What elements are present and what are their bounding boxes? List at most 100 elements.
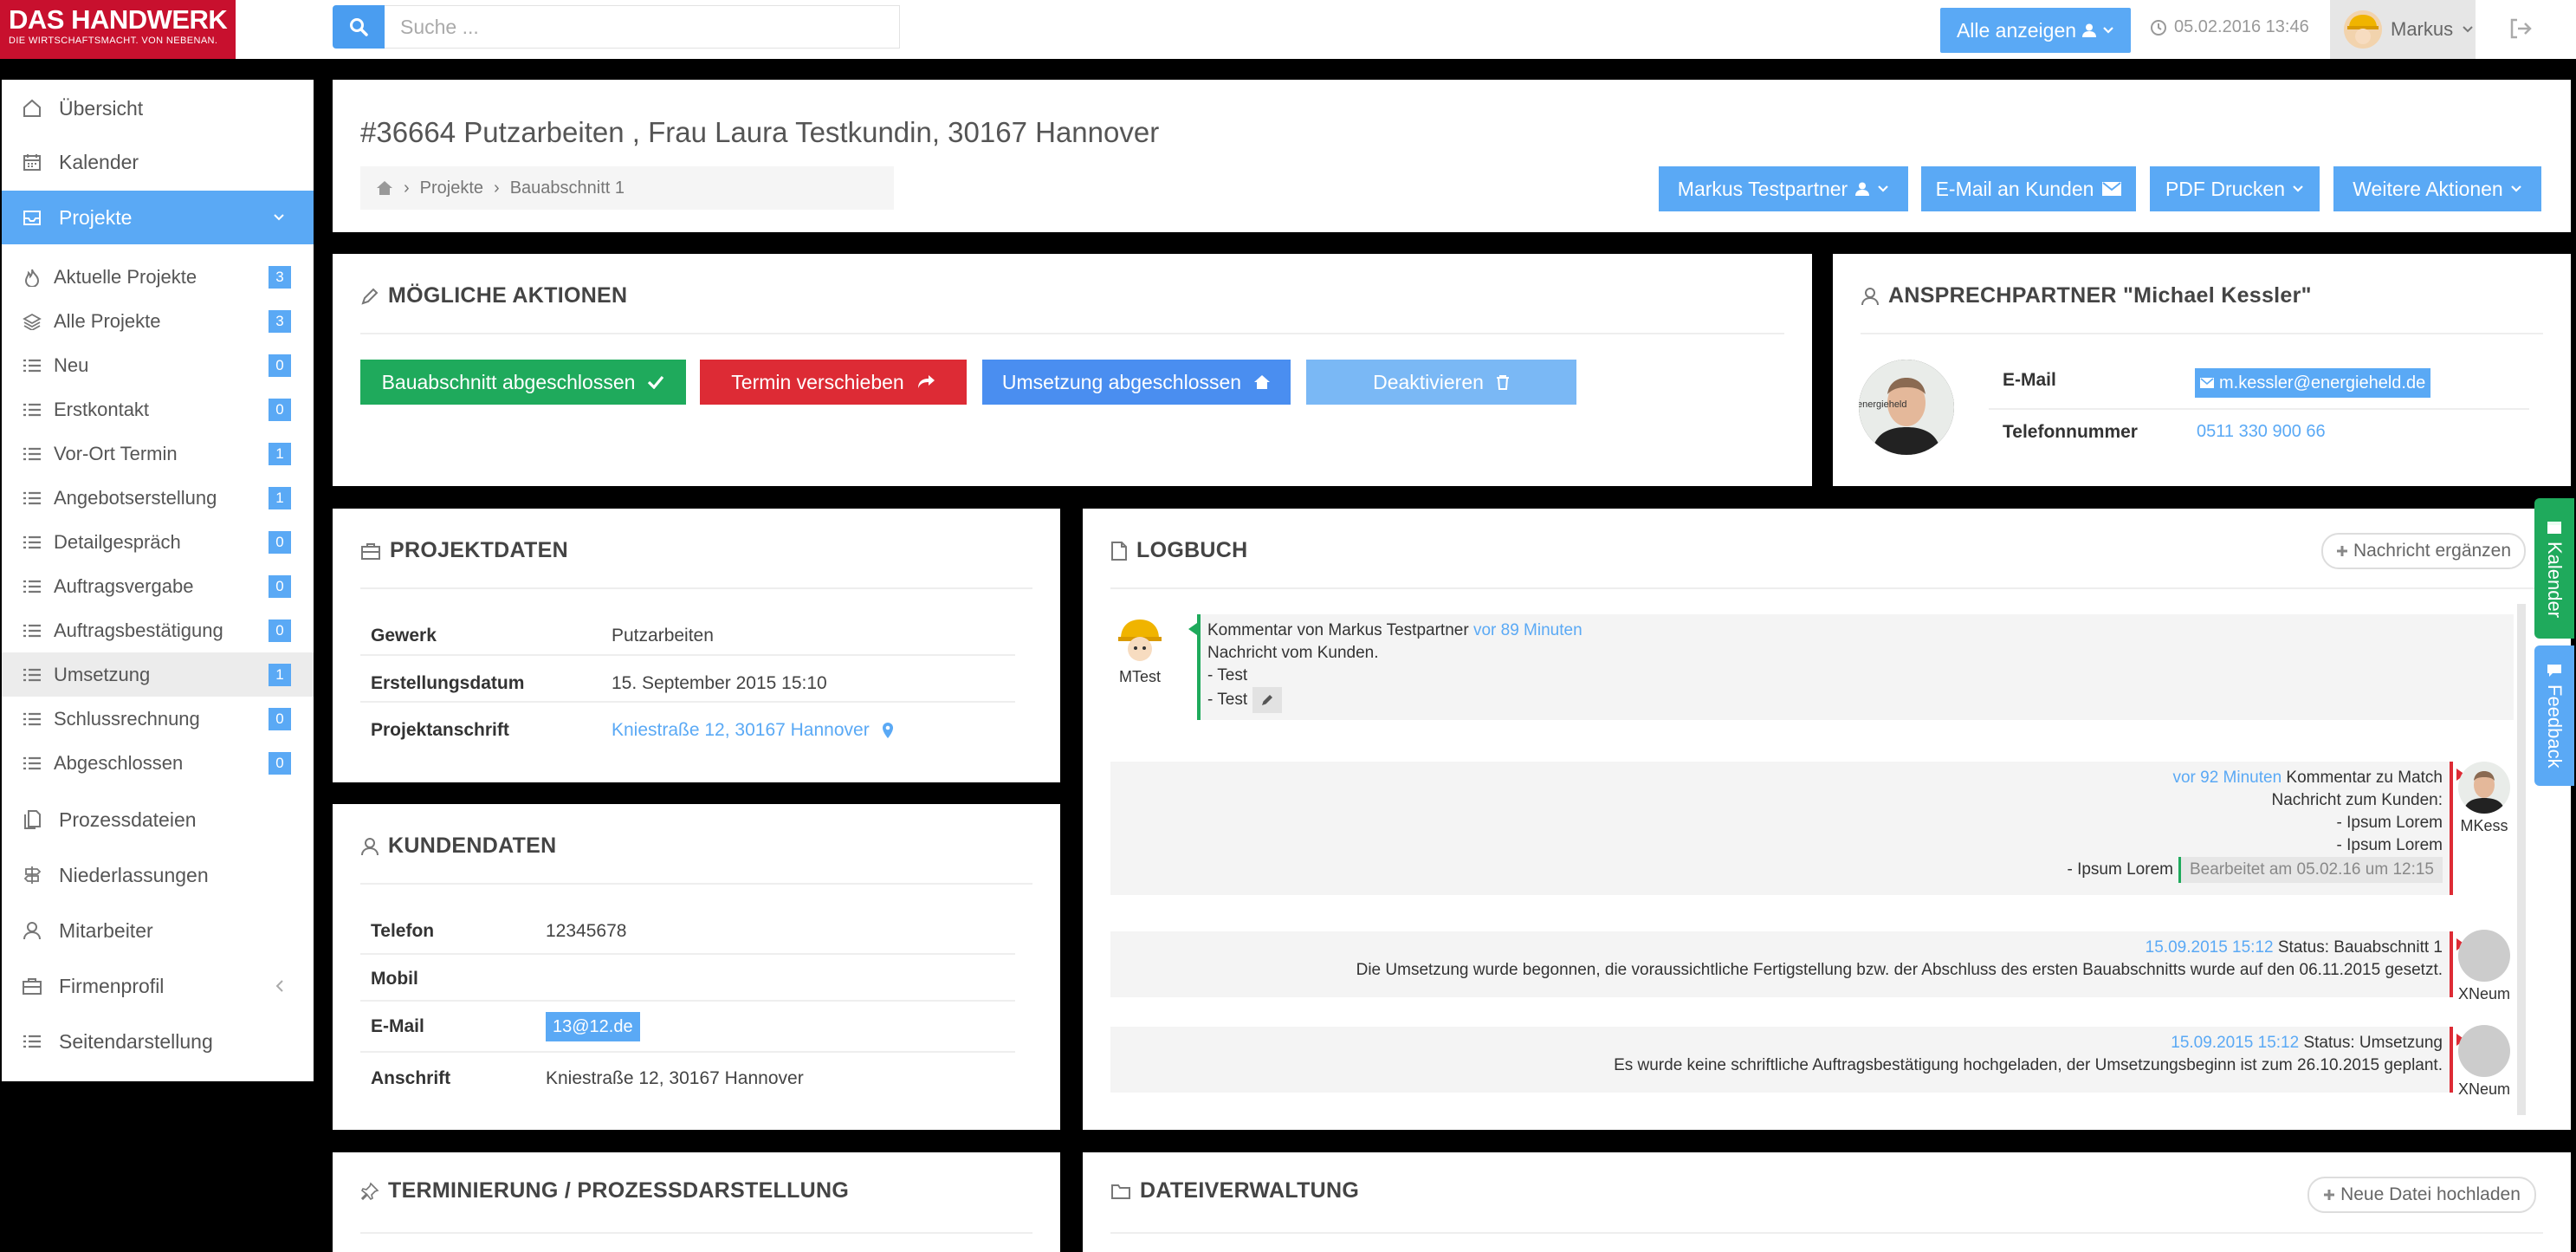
entry-line: Nachricht vom Kunden.	[1207, 644, 1379, 662]
add-message-button[interactable]: Nachricht ergänzen	[2321, 533, 2526, 569]
sidebar-subitem[interactable]: Neu 0	[2, 343, 314, 387]
customer-mobile-label: Mobil	[371, 969, 418, 989]
calendar-icon	[2547, 521, 2561, 534]
sidebar-item[interactable]: Niederlassungen	[2, 848, 314, 902]
sidebar-item[interactable]: Prozessdateien	[2, 793, 314, 847]
sidebar-item-label: Projekte	[59, 205, 133, 229]
customer-email-link[interactable]: 13@12.de	[546, 1012, 640, 1041]
sidebar-subitem-label: Alle Projekte	[54, 309, 161, 332]
upload-file-button[interactable]: Neue Datei hochladen	[2307, 1177, 2536, 1213]
breadcrumb-separator: ›	[494, 178, 500, 198]
sidebar-subitem-label: Neu	[54, 354, 89, 376]
entry-time-link[interactable]: 15.09.2015 15:12	[2146, 938, 2274, 957]
sidebar-item[interactable]: Mitarbeiter	[2, 904, 314, 957]
pencil-icon	[1262, 695, 1273, 705]
pencil-icon	[361, 288, 379, 305]
sidebar-subitem[interactable]: Detailgespräch 0	[2, 520, 314, 564]
calendar-icon	[21, 151, 43, 173]
logo[interactable]: DAS HANDWERK DIE WIRTSCHAFTSMACHT. VON N…	[0, 0, 236, 59]
reschedule-button[interactable]: Termin verschieben	[700, 360, 967, 405]
sidebar-subitem-label: Erstkontakt	[54, 398, 150, 420]
pdf-print-button[interactable]: PDF Drucken	[2150, 166, 2320, 211]
sidebar-subitem[interactable]: Alle Projekte 3	[2, 299, 314, 343]
avatar	[2344, 10, 2382, 49]
contact-title: ANSPRECHPARTNER "Michael Kessler"	[1861, 283, 2312, 308]
logo-main: DAS HANDWERK	[9, 4, 228, 35]
count-badge: 0	[269, 530, 291, 554]
entry-line: - Test	[1207, 666, 1248, 684]
pdf-print-label: PDF Drucken	[2165, 177, 2286, 200]
entry-time-link[interactable]: 15.09.2015 15:12	[2171, 1034, 2299, 1052]
count-badge: 0	[269, 707, 291, 730]
feedback-side-tab[interactable]: Feedback	[2534, 645, 2574, 786]
email-customer-button[interactable]: E-Mail an Kunden	[1921, 166, 2136, 211]
edit-button[interactable]	[1252, 687, 1283, 713]
sidebar-subitem[interactable]: Abgeschlossen 0	[2, 741, 314, 785]
user-menu[interactable]: Markus	[2330, 0, 2476, 59]
briefcase-icon	[21, 975, 43, 997]
check-icon	[648, 375, 664, 389]
deactivate-label: Deaktivieren	[1373, 370, 1484, 393]
entry-line: - Ipsum Lorem	[2067, 860, 2173, 879]
sidebar-item[interactable]: Firmenprofil	[2, 959, 314, 1013]
project-address-link[interactable]: Kniestraße 12, 30167 Hannover	[612, 720, 894, 741]
entry-time-link[interactable]: vor 92 Minuten	[2172, 769, 2282, 787]
list-icon	[21, 399, 43, 421]
sidebar-subitem[interactable]: Auftragsvergabe 0	[2, 564, 314, 608]
chevron-left-icon	[275, 980, 283, 992]
sidebar-subitem[interactable]: Umsetzung 1	[2, 652, 314, 697]
customer-email-label: E-Mail	[371, 1016, 424, 1036]
divider	[360, 883, 1032, 885]
partner-button[interactable]: Markus Testpartner	[1659, 166, 1908, 211]
entry-author: MKess	[2460, 817, 2508, 834]
sidebar-item-projects[interactable]: Projekte	[2, 191, 314, 244]
upload-file-label: Neue Datei hochladen	[2340, 1184, 2521, 1204]
user-icon	[2082, 23, 2097, 37]
calendar-side-tab[interactable]: Kalender	[2534, 498, 2574, 639]
contact-title-text: ANSPRECHPARTNER "Michael Kessler"	[1888, 283, 2312, 308]
search-input[interactable]	[385, 5, 900, 49]
divider	[360, 1000, 1015, 1002]
contact-phone-link[interactable]: 0511 330 900 66	[2197, 422, 2326, 442]
contact-email-link[interactable]: m.kessler@energieheld.de	[2195, 368, 2431, 398]
sidebar-item-overview[interactable]: Übersicht	[2, 81, 314, 135]
chevron-down-icon	[1878, 185, 1888, 192]
logout-button[interactable]	[2508, 16, 2534, 42]
sidebar-item-label: Mitarbeiter	[59, 918, 153, 942]
entry-heading: Status: Umsetzung	[2303, 1034, 2443, 1052]
sidebar-subitem[interactable]: Schlussrechnung 0	[2, 697, 314, 741]
list-icon	[21, 1030, 43, 1053]
count-badge: 0	[269, 398, 291, 421]
implementation-done-button[interactable]: Umsetzung abgeschlossen	[982, 360, 1291, 405]
sidebar-item[interactable]: Seitendarstellung	[2, 1015, 314, 1068]
entry-avatar	[2458, 930, 2510, 982]
entry-time-link[interactable]: vor 89 Minuten	[1473, 621, 1582, 639]
divider	[360, 953, 1015, 955]
logbook-scrollbar[interactable]	[2517, 604, 2526, 1115]
plus-icon	[2336, 546, 2347, 556]
sidebar-subitem[interactable]: Auftragsbestätigung 0	[2, 608, 314, 652]
finish-section-button[interactable]: Bauabschnitt abgeschlossen	[360, 360, 686, 405]
share-arrow-icon	[917, 375, 935, 388]
more-actions-button[interactable]: Weitere Aktionen	[2333, 166, 2541, 211]
files-title-text: DATEIVERWALTUNG	[1140, 1178, 1360, 1203]
plus-icon	[2324, 1190, 2335, 1200]
sidebar-subitem[interactable]: Vor-Ort Termin 1	[2, 431, 314, 476]
user-icon	[361, 837, 379, 855]
search-button[interactable]	[333, 5, 385, 49]
home-icon	[21, 97, 43, 120]
sidebar-subitem[interactable]: Angebotserstellung 1	[2, 476, 314, 520]
entry-line: Die Umsetzung wurde begonnen, die voraus…	[1356, 961, 2443, 979]
show-all-button[interactable]: Alle anzeigen	[1940, 8, 2131, 53]
deactivate-button[interactable]: Deaktivieren	[1306, 360, 1576, 405]
sidebar-subitem-label: Schlussrechnung	[54, 707, 200, 730]
sidebar-subitem[interactable]: Erstkontakt 0	[2, 387, 314, 431]
home-icon	[1254, 375, 1271, 389]
divider	[360, 1232, 1032, 1234]
sidebar-subitem-label: Vor-Ort Termin	[54, 442, 178, 464]
breadcrumb-item[interactable]: Projekte	[420, 178, 483, 198]
sidebar-item-calendar[interactable]: Kalender	[2, 135, 314, 189]
sidebar-subitem[interactable]: Aktuelle Projekte 3	[2, 255, 314, 299]
customer-phone-value: 12345678	[546, 921, 627, 941]
home-icon[interactable]	[376, 180, 393, 196]
